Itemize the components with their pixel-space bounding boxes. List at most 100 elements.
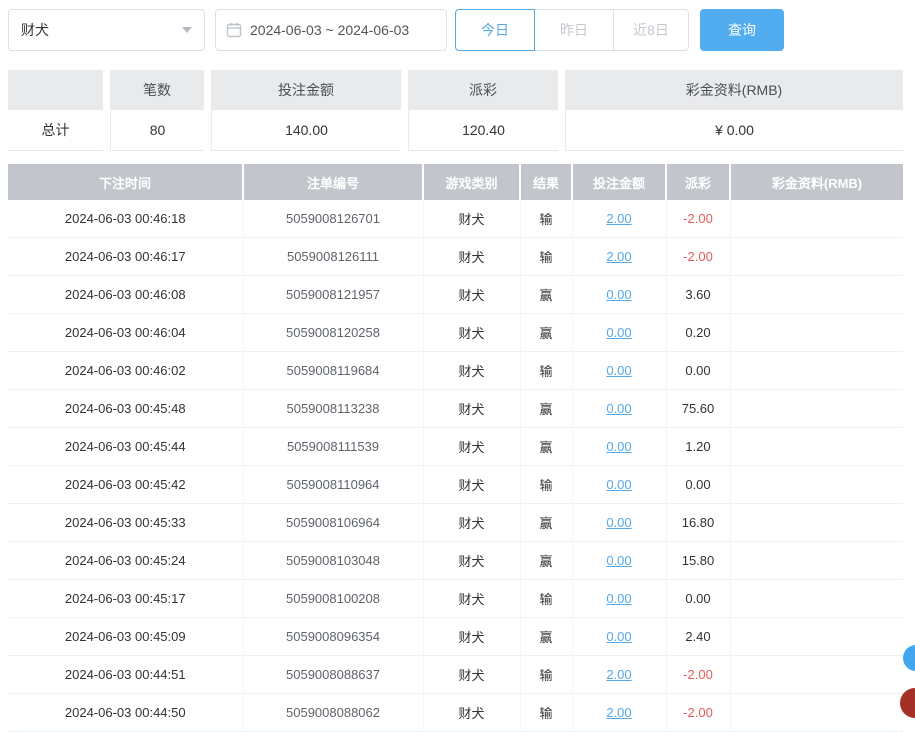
bonus-cell	[730, 275, 903, 314]
bet-amount-cell: 0.00	[572, 617, 667, 656]
date-range-picker[interactable]: 2024-06-03 ~ 2024-06-03	[215, 9, 447, 51]
game-type-cell: 财犬	[423, 465, 521, 504]
table-row: 2024-06-03 00:45:24 5059008103048 财犬 赢 0…	[8, 541, 903, 580]
bet-amount-cell: 0.00	[572, 313, 667, 352]
payout-cell: -2.00	[666, 655, 731, 694]
table-row: 2024-06-03 00:45:48 5059008113238 财犬 赢 0…	[8, 389, 903, 428]
bet-time-cell: 2024-06-03 00:46:04	[8, 313, 244, 352]
summary-total-label: 总计	[8, 110, 103, 151]
summary-header-count: 笔数	[110, 70, 204, 110]
column-header-game: 游戏类别	[423, 164, 521, 200]
payout-cell: -2.00	[666, 200, 731, 238]
result-cell: 输	[520, 200, 573, 238]
game-type-cell: 财犬	[423, 200, 521, 238]
game-type-cell: 财犬	[423, 655, 521, 694]
summary-table: 笔数 投注金额 派彩 彩金资料(RMB) 总计 80 140.00 120.40…	[8, 70, 903, 151]
today-button[interactable]: 今日	[455, 9, 535, 51]
result-cell: 输	[520, 579, 573, 618]
payout-cell: 16.80	[666, 503, 731, 542]
bet-amount-cell: 0.00	[572, 541, 667, 580]
bet-amount-cell: 2.00	[572, 237, 667, 276]
order-no-cell: 5059008120258	[243, 313, 424, 352]
game-select[interactable]: 财犬	[8, 9, 205, 51]
game-type-cell: 财犬	[423, 541, 521, 580]
bonus-cell	[730, 617, 903, 656]
bonus-cell	[730, 200, 903, 238]
bet-time-cell: 2024-06-03 00:46:08	[8, 275, 244, 314]
table-row: 2024-06-03 00:46:18 5059008126701 财犬 输 2…	[8, 200, 903, 238]
bet-time-cell: 2024-06-03 00:45:48	[8, 389, 244, 428]
table-row: 2024-06-03 00:45:17 5059008100208 财犬 输 0…	[8, 579, 903, 618]
query-button[interactable]: 查询	[700, 9, 784, 51]
result-cell: 输	[520, 237, 573, 276]
bet-amount-cell: 0.00	[572, 389, 667, 428]
bet-amount-link[interactable]: 0.00	[606, 287, 631, 302]
game-type-cell: 财犬	[423, 275, 521, 314]
table-row: 2024-06-03 00:45:44 5059008111539 财犬 赢 0…	[8, 427, 903, 466]
result-cell: 赢	[520, 541, 573, 580]
payout-cell: 75.60	[666, 389, 731, 428]
result-cell: 输	[520, 465, 573, 504]
date-range-value: 2024-06-03 ~ 2024-06-03	[250, 22, 410, 38]
bet-amount-link[interactable]: 2.00	[606, 249, 631, 264]
bet-amount-link[interactable]: 0.00	[606, 363, 631, 378]
payout-cell: 0.20	[666, 313, 731, 352]
payout-cell: 2.40	[666, 617, 731, 656]
column-header-result: 结果	[520, 164, 573, 200]
column-header-bonus: 彩金资料(RMB)	[730, 164, 903, 200]
summary-total-payout: 120.40	[408, 110, 558, 151]
bets-header-row: 下注时间 注单编号 游戏类别 结果 投注金额 派彩 彩金资料(RMB)	[8, 164, 903, 200]
bet-time-cell: 2024-06-03 00:45:24	[8, 541, 244, 580]
column-header-order-no: 注单编号	[243, 164, 424, 200]
bet-amount-cell: 0.00	[572, 579, 667, 618]
payout-cell: -2.00	[666, 237, 731, 276]
result-cell: 赢	[520, 427, 573, 466]
table-row: 2024-06-03 00:45:09 5059008096354 财犬 赢 0…	[8, 617, 903, 656]
chevron-down-icon	[182, 27, 192, 33]
game-select-value: 财犬	[21, 22, 49, 38]
game-type-cell: 财犬	[423, 237, 521, 276]
bet-time-cell: 2024-06-03 00:45:17	[8, 579, 244, 618]
summary-total-count: 80	[110, 110, 204, 151]
bet-amount-link[interactable]: 0.00	[606, 439, 631, 454]
bet-amount-link[interactable]: 0.00	[606, 477, 631, 492]
bet-amount-link[interactable]: 2.00	[606, 667, 631, 682]
bonus-cell	[730, 237, 903, 276]
bet-amount-link[interactable]: 2.00	[606, 705, 631, 720]
order-no-cell: 5059008088637	[243, 655, 424, 694]
game-type-cell: 财犬	[423, 313, 521, 352]
bet-amount-cell: 0.00	[572, 275, 667, 314]
bonus-cell	[730, 541, 903, 580]
yesterday-button[interactable]: 昨日	[534, 9, 614, 51]
table-row: 2024-06-03 00:46:08 5059008121957 财犬 赢 0…	[8, 275, 903, 314]
bet-amount-link[interactable]: 2.00	[606, 211, 631, 226]
order-no-cell: 5059008088062	[243, 693, 424, 732]
bet-amount-link[interactable]: 0.00	[606, 515, 631, 530]
bonus-cell	[730, 427, 903, 466]
game-type-cell: 财犬	[423, 617, 521, 656]
bet-amount-link[interactable]: 0.00	[606, 591, 631, 606]
bet-amount-link[interactable]: 0.00	[606, 401, 631, 416]
table-row: 2024-06-03 00:45:42 5059008110964 财犬 输 0…	[8, 465, 903, 504]
last-8-days-button[interactable]: 近8日	[613, 9, 689, 51]
bet-amount-link[interactable]: 0.00	[606, 553, 631, 568]
payout-cell: 0.00	[666, 351, 731, 390]
result-cell: 赢	[520, 503, 573, 542]
bets-table-body: 2024-06-03 00:46:18 5059008126701 财犬 输 2…	[8, 200, 903, 732]
bet-time-cell: 2024-06-03 00:46:18	[8, 200, 244, 238]
order-no-cell: 5059008113238	[243, 389, 424, 428]
bonus-cell	[730, 655, 903, 694]
payout-cell: 0.00	[666, 579, 731, 618]
bet-time-cell: 2024-06-03 00:45:09	[8, 617, 244, 656]
order-no-cell: 5059008111539	[243, 427, 424, 466]
bet-amount-cell: 2.00	[572, 200, 667, 238]
bet-amount-link[interactable]: 0.00	[606, 629, 631, 644]
order-no-cell: 5059008121957	[243, 275, 424, 314]
result-cell: 输	[520, 655, 573, 694]
floating-button-blue[interactable]	[903, 645, 915, 671]
summary-total-row: 总计 80 140.00 120.40 ¥ 0.00	[8, 110, 903, 151]
bet-amount-link[interactable]: 0.00	[606, 325, 631, 340]
summary-header-blank	[8, 70, 103, 110]
column-header-payout: 派彩	[666, 164, 731, 200]
payout-cell: -2.00	[666, 693, 731, 732]
